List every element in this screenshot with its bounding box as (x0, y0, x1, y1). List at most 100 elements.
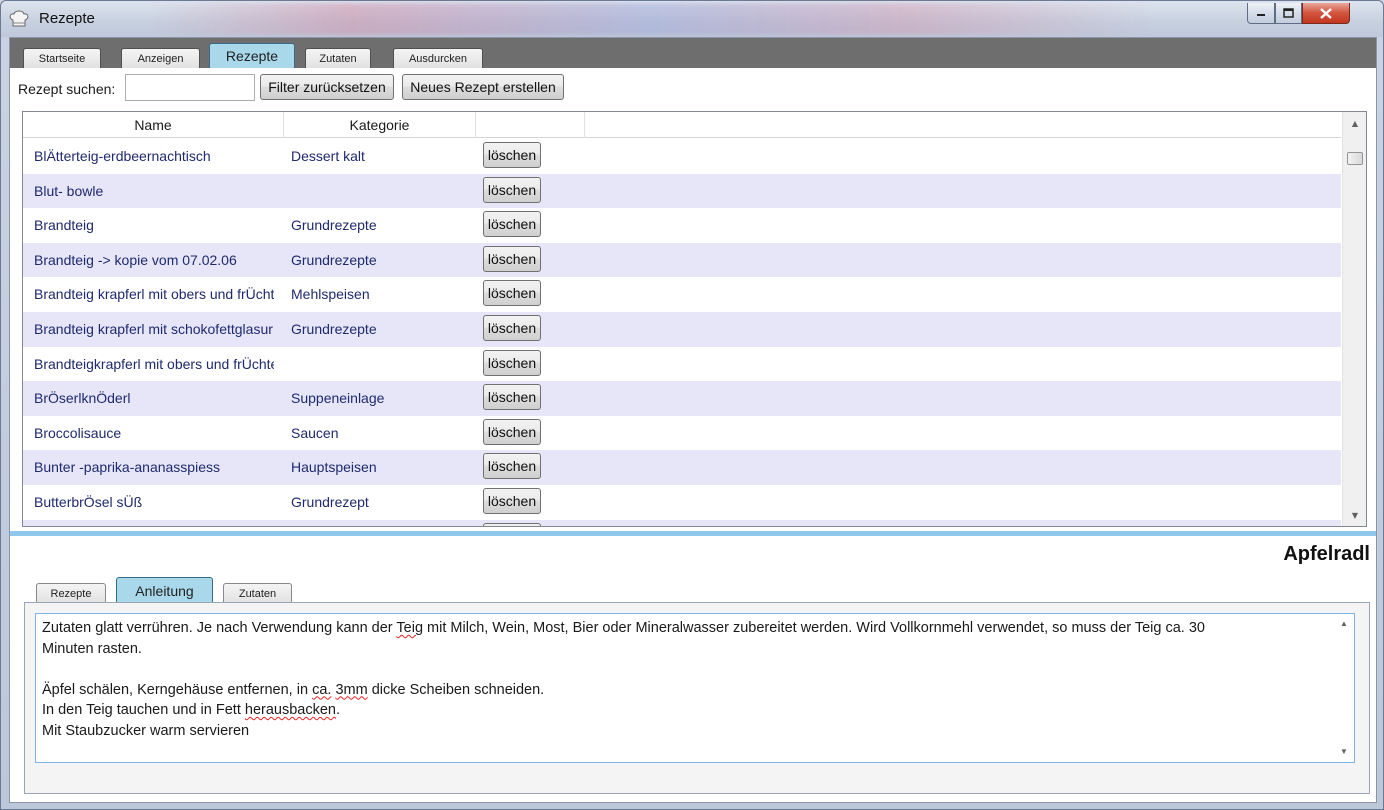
instruction-text: mit Milch, Wein, Most, Bier oder Mineral… (423, 620, 1205, 636)
delete-button[interactable]: löschen (483, 142, 541, 168)
close-button[interactable] (1302, 3, 1350, 24)
maximize-button[interactable] (1275, 3, 1302, 24)
instructions-scrollbar[interactable]: ▲ ▼ (1334, 614, 1354, 762)
cell-category: Dessert kalt (291, 148, 365, 164)
close-icon (1320, 7, 1332, 19)
instruction-line: Zutaten glatt verrühren. Je nach Verwend… (42, 618, 1324, 639)
instruction-text: In den Teig tauchen und in Fett (42, 702, 245, 718)
delete-button[interactable]: löschen (483, 453, 541, 480)
chef-hat-icon (9, 10, 29, 27)
minimize-button[interactable] (1247, 3, 1275, 24)
cell-name: Brandteig krapferl mit obers und frÜchte… (34, 286, 274, 303)
table-row[interactable]: Brandteig krapferl mit obers und frÜchte… (23, 277, 1341, 312)
spellcheck-word: 3mm (335, 681, 368, 698)
instruction-text: dicke Scheiben schneiden. (367, 681, 545, 698)
scroll-up-icon[interactable]: ▲ (1334, 616, 1354, 632)
cell-name: Bunter -paprika-ananasspiess (34, 459, 220, 476)
delete-button[interactable]: löschen (483, 314, 541, 341)
cell-category: Grundrezepte (291, 217, 377, 234)
column-header-kategorie[interactable]: Kategorie (284, 112, 476, 138)
instruction-line: In den Teig tauchen und in Fett herausba… (42, 700, 1324, 721)
delete-button[interactable] (483, 522, 541, 526)
scroll-up-icon[interactable]: ▲ (1343, 114, 1366, 132)
cell-name: Brandteig krapferl mit schokofettglasur (34, 320, 273, 337)
minimize-icon (1257, 14, 1265, 16)
delete-button[interactable]: löschen (483, 349, 541, 376)
splitter[interactable] (10, 531, 1376, 536)
delete-button[interactable]: löschen (483, 487, 541, 514)
column-header-name[interactable]: Name (23, 112, 284, 138)
delete-button[interactable]: löschen (483, 245, 541, 272)
cell-category: Grundrezepte (291, 320, 377, 337)
search-input[interactable] (125, 74, 255, 101)
table-row[interactable]: Bunter -paprika-ananasspiess Hauptspeise… (23, 450, 1341, 485)
scroll-down-icon[interactable]: ▼ (1334, 744, 1354, 760)
instruction-text: Äpfel schälen, Kerngehäuse entfernen, in (42, 681, 313, 698)
cell-name: Brandteig (34, 217, 94, 234)
table-row[interactable]: BrÖserlknÖderl Suppeneinlage löschen (23, 381, 1341, 416)
delete-button[interactable]: löschen (483, 384, 541, 411)
cell-name: BlÄtterteig-erdbeernachtisch (34, 148, 211, 164)
cell-name: BrÖserlknÖderl (34, 390, 131, 407)
grid-rows: BlÄtterteig-erdbeernachtisch Dessert kal… (23, 139, 1341, 526)
cell-category: Grundrezept (291, 493, 369, 510)
instructions-textbox[interactable]: Zutaten glatt verrühren. Je nach Verwend… (35, 613, 1355, 763)
instruction-line: Mit Staubzucker warm servieren (42, 722, 250, 739)
delete-button[interactable]: löschen (483, 211, 541, 238)
tab-detail-rezepte[interactable]: Rezepte (36, 583, 106, 603)
delete-button[interactable]: löschen (483, 280, 541, 307)
table-row[interactable]: Broccolisauce Saucen löschen (23, 416, 1341, 451)
table-row[interactable]: Brandteigkrapferl mit obers und frÜchten… (23, 347, 1341, 382)
cell-name: Broccolisauce (34, 424, 122, 441)
maximize-icon (1283, 8, 1294, 18)
cell-name: ButterbrÖsel sÜß (34, 493, 143, 510)
spellcheck-word: ca. (312, 681, 332, 698)
title-bar[interactable]: Rezepte (1, 1, 1383, 37)
cell-category: Suppeneinlage (291, 390, 385, 407)
table-row[interactable]: BlÄtterteig-erdbeernachtisch Dessert kal… (23, 139, 1341, 174)
cell-name: Blut- bowle (34, 182, 104, 199)
window-title: Rezepte (39, 10, 95, 27)
cell-category: Mehlspeisen (291, 286, 370, 303)
instruction-line: Äpfel schälen, Kerngehäuse entfernen, in… (42, 680, 1324, 701)
tab-rezepte[interactable]: Rezepte (209, 43, 295, 68)
instruction-text: Zutaten glatt verrühren. Je nach Verwend… (42, 620, 397, 636)
tab-startseite[interactable]: Startseite (23, 48, 101, 68)
title-bar-glass (151, 3, 1151, 35)
cell-name: Brandteig -> kopie vom 07.02.06 (34, 251, 237, 268)
app-window: Rezepte Startseite Anzeigen Rezepte Zuta… (0, 0, 1384, 810)
tab-detail-anleitung[interactable]: Anleitung (116, 577, 213, 603)
new-recipe-button[interactable]: Neues Rezept erstellen (402, 74, 564, 100)
grid-scrollbar[interactable]: ▲ ▼ (1342, 112, 1366, 526)
tab-anzeigen[interactable]: Anzeigen (121, 48, 200, 68)
cell-category: Grundrezepte (291, 251, 377, 268)
table-row[interactable]: Blut- bowle löschen (23, 173, 1341, 209)
table-row[interactable]: Brandteig -> kopie vom 07.02.06 Grundrez… (23, 242, 1341, 278)
detail-panel: Zutaten glatt verrühren. Je nach Verwend… (24, 602, 1370, 794)
detail-tab-strip: Rezepte Anleitung Zutaten (10, 575, 1376, 603)
cell-category: Hauptspeisen (291, 459, 377, 476)
scrollbar-thumb[interactable] (1347, 152, 1363, 165)
main-tab-strip: Startseite Anzeigen Rezepte Zutaten Ausd… (10, 38, 1376, 68)
spellcheck-word: herausbacken (244, 702, 336, 718)
tab-ausdurcken[interactable]: Ausdurcken (393, 48, 483, 68)
tab-zutaten[interactable]: Zutaten (305, 48, 371, 68)
column-header-action[interactable] (476, 112, 585, 138)
delete-button[interactable]: löschen (483, 418, 541, 445)
reset-filter-button[interactable]: Filter zurücksetzen (260, 74, 394, 100)
scroll-down-icon[interactable]: ▼ (1343, 506, 1366, 524)
cell-category: Saucen (291, 424, 339, 441)
instruction-text: . (335, 702, 341, 718)
tab-detail-zutaten[interactable]: Zutaten (223, 583, 292, 603)
client-area: Startseite Anzeigen Rezepte Zutaten Ausd… (9, 37, 1377, 803)
recipe-grid[interactable]: Name Kategorie BlÄtterteig-erdbeernachti… (22, 111, 1367, 527)
table-row[interactable] (23, 519, 1341, 526)
instruction-line (42, 659, 1324, 680)
table-row[interactable]: ButterbrÖsel sÜß Grundrezept löschen (23, 485, 1341, 520)
recipe-title: Apfelradl (1283, 543, 1370, 565)
instruction-line: Minuten rasten. (42, 640, 142, 657)
delete-button[interactable]: löschen (483, 176, 541, 203)
spellcheck-word: Teig (396, 620, 424, 636)
table-row[interactable]: Brandteig krapferl mit schokofettglasur … (23, 311, 1341, 347)
table-row[interactable]: Brandteig Grundrezepte löschen (23, 208, 1341, 243)
